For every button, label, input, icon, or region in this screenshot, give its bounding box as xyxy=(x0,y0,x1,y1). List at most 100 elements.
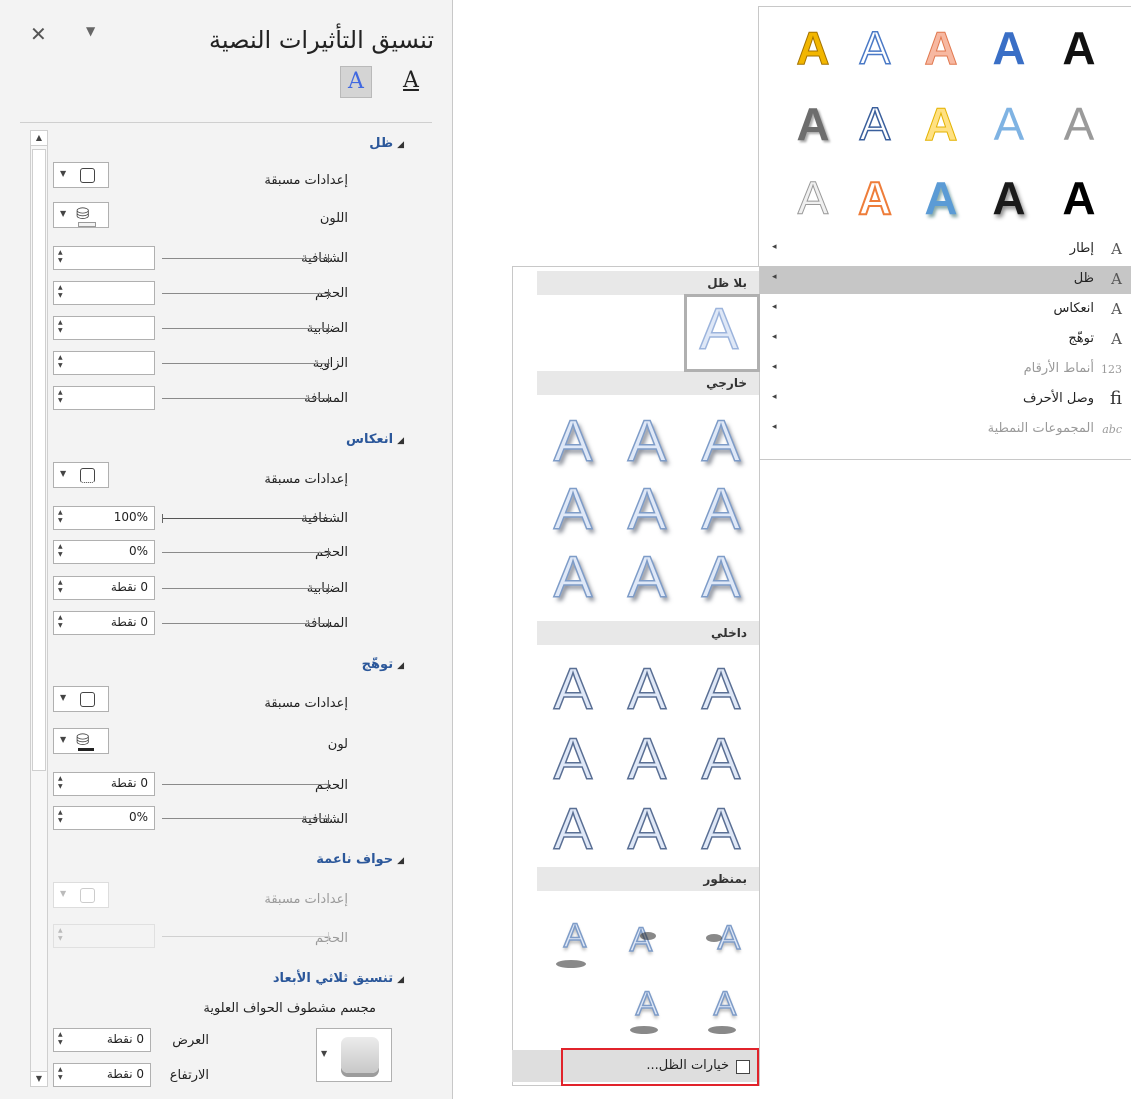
inner-shadow-preset[interactable]: A xyxy=(692,727,750,793)
menu-item-stylistic-sets[interactable]: abc المجموعات النمطية ◂ xyxy=(760,416,1131,444)
inner-shadow-preset[interactable]: A xyxy=(544,797,602,863)
shadow-options-checkbox[interactable] xyxy=(736,1060,750,1074)
menu-item-shadow[interactable]: A ظل ◂ xyxy=(760,266,1131,294)
scroll-thumb[interactable] xyxy=(32,149,46,771)
wordart-style-black-shadow[interactable]: A xyxy=(981,169,1037,227)
shadow-color-picker[interactable]: ▼ ⛁ xyxy=(53,202,109,228)
reflection-distance-spinner[interactable]: ▲ ▼ 0 نقطة xyxy=(53,611,155,635)
shadow-angle-slider[interactable] xyxy=(162,359,330,368)
glow-transparency-spinner[interactable]: ▲ ▼ 0% xyxy=(53,806,155,830)
reflection-blur-slider[interactable] xyxy=(162,584,330,593)
outer-shadow-preset[interactable]: A xyxy=(544,409,602,475)
slider-thumb[interactable] xyxy=(328,619,329,628)
soft-edges-presets-dropdown[interactable]: ▼ xyxy=(53,882,109,908)
shadow-blur-slider[interactable] xyxy=(162,324,330,333)
perspective-shadow-preset[interactable]: A xyxy=(546,914,604,958)
slider-thumb[interactable] xyxy=(328,394,329,403)
wordart-style-silver[interactable]: A xyxy=(785,169,841,227)
menu-item-number-styles[interactable]: 123 أنماط الأرقام ◂ xyxy=(760,356,1131,384)
reflection-distance-slider[interactable] xyxy=(162,619,330,628)
outer-shadow-preset[interactable]: A xyxy=(618,477,676,543)
text-effects-tab[interactable]: A xyxy=(340,66,372,98)
perspective-shadow-preset[interactable]: A xyxy=(612,918,670,962)
reflection-presets-dropdown[interactable]: ▼ xyxy=(53,462,109,488)
slider-thumb[interactable] xyxy=(162,514,163,523)
wordart-style-black[interactable]: A xyxy=(1051,19,1107,77)
menu-item-outline[interactable]: A إطار ◂ xyxy=(760,236,1131,264)
wordart-style-orange-outline[interactable]: A xyxy=(847,169,903,227)
outer-shadow-preset[interactable]: A xyxy=(692,477,750,543)
outer-shadow-preset[interactable]: A xyxy=(618,545,676,611)
glow-size-spinner[interactable]: ▲ ▼ 0 نقطة xyxy=(53,772,155,796)
menu-item-reflection[interactable]: A انعكاس ◂ xyxy=(760,296,1131,324)
inner-shadow-preset[interactable]: A xyxy=(618,657,676,723)
inner-shadow-preset[interactable]: A xyxy=(544,727,602,793)
slider-thumb[interactable] xyxy=(328,359,329,368)
close-icon[interactable]: ✕ xyxy=(30,22,47,46)
reflection-size-spinner[interactable]: ▲ ▼ 0% xyxy=(53,540,155,564)
slider-thumb[interactable] xyxy=(328,324,329,333)
glow-presets-dropdown[interactable]: ▼ xyxy=(53,686,109,712)
shadow-transparency-slider[interactable] xyxy=(162,254,330,263)
shadow-angle-spinner[interactable]: ▲ ▼ xyxy=(53,351,155,375)
wordart-style-yellow[interactable]: A xyxy=(913,95,969,153)
shadow-distance-slider[interactable] xyxy=(162,394,330,403)
shadow-blur-spinner[interactable]: ▲ ▼ xyxy=(53,316,155,340)
inner-shadow-preset[interactable]: A xyxy=(618,797,676,863)
outer-shadow-preset[interactable]: A xyxy=(692,409,750,475)
section-reflection-header[interactable]: ◢انعكاس xyxy=(346,432,404,447)
inner-shadow-preset[interactable]: A xyxy=(618,727,676,793)
outer-shadow-preset[interactable]: A xyxy=(692,545,750,611)
reflection-blur-spinner[interactable]: ▲ ▼ 0 نقطة xyxy=(53,576,155,600)
scroll-down-arrow-icon[interactable]: ▼ xyxy=(31,1071,47,1086)
outer-shadow-preset[interactable]: A xyxy=(618,409,676,475)
slider-thumb[interactable] xyxy=(328,780,329,789)
outer-shadow-preset[interactable]: A xyxy=(544,545,602,611)
reflection-size-slider[interactable] xyxy=(162,548,330,557)
wordart-style-reflection-blue[interactable]: A xyxy=(981,95,1037,153)
soft-edges-size-spinner[interactable]: ▲ ▼ xyxy=(53,924,155,948)
menu-item-glow[interactable]: A توهّج ◂ xyxy=(760,326,1131,354)
shadow-size-slider[interactable] xyxy=(162,289,330,298)
section-glow-header[interactable]: ◢توهّج xyxy=(362,657,404,672)
inner-shadow-preset[interactable]: A xyxy=(544,657,602,723)
pane-options-icon[interactable]: ▼ xyxy=(86,24,95,38)
shadow-presets-dropdown[interactable]: ▼ xyxy=(53,162,109,188)
glow-size-slider[interactable] xyxy=(162,780,330,789)
wordart-style-orange[interactable]: A xyxy=(913,19,969,77)
shadow-size-spinner[interactable]: ▲ ▼ xyxy=(53,281,155,305)
bevel-height-spinner[interactable]: ▲ ▼ 0 نقطة xyxy=(53,1063,151,1087)
text-fill-outline-tab[interactable]: A xyxy=(396,66,426,96)
soft-edges-size-slider[interactable] xyxy=(162,932,330,941)
slider-thumb[interactable] xyxy=(328,254,329,263)
scroll-up-arrow-icon[interactable]: ▲ xyxy=(31,131,47,146)
reflection-transparency-slider[interactable] xyxy=(162,514,330,523)
perspective-shadow-preset[interactable]: A xyxy=(696,982,754,1026)
inner-shadow-preset[interactable]: A xyxy=(692,657,750,723)
wordart-style-blue-shadow[interactable]: A xyxy=(913,169,969,227)
reflection-transparency-spinner[interactable]: ▲ ▼ 100% xyxy=(53,506,155,530)
wordart-style-outline-blue[interactable]: A xyxy=(847,19,903,77)
slider-thumb[interactable] xyxy=(328,548,329,557)
bevel-width-spinner[interactable]: ▲ ▼ 0 نقطة xyxy=(53,1028,151,1052)
wordart-style-outline-dark-blue[interactable]: A xyxy=(847,95,903,153)
wordart-style-gray[interactable]: A xyxy=(785,95,841,153)
section-soft-edges-header[interactable]: ◢حواف ناعمة xyxy=(316,852,404,867)
wordart-style-gold[interactable]: A xyxy=(785,19,841,77)
section-shadow-header[interactable]: ◢ظل xyxy=(369,136,404,151)
glow-transparency-slider[interactable] xyxy=(162,814,330,823)
glow-color-picker[interactable]: ▼ ⛁ xyxy=(53,728,109,754)
wordart-style-blue[interactable]: A xyxy=(981,19,1037,77)
perspective-shadow-preset[interactable]: A xyxy=(618,982,676,1026)
slider-thumb[interactable] xyxy=(328,932,329,941)
inner-shadow-preset[interactable]: A xyxy=(692,797,750,863)
wordart-style-black-bold[interactable]: A xyxy=(1051,169,1107,227)
vertical-scrollbar[interactable]: ▲ ▼ xyxy=(30,130,48,1087)
outer-shadow-preset[interactable]: A xyxy=(544,477,602,543)
slider-thumb[interactable] xyxy=(328,289,329,298)
slider-thumb[interactable] xyxy=(328,584,329,593)
shadow-distance-spinner[interactable]: ▲ ▼ xyxy=(53,386,155,410)
menu-item-ligatures[interactable]: fi وصل الأحرف ◂ xyxy=(760,386,1131,414)
top-bevel-dropdown[interactable]: ▼ xyxy=(316,1028,392,1082)
section-3d-format-header[interactable]: ◢تنسيق ثلاثي الأبعاد xyxy=(273,971,404,986)
